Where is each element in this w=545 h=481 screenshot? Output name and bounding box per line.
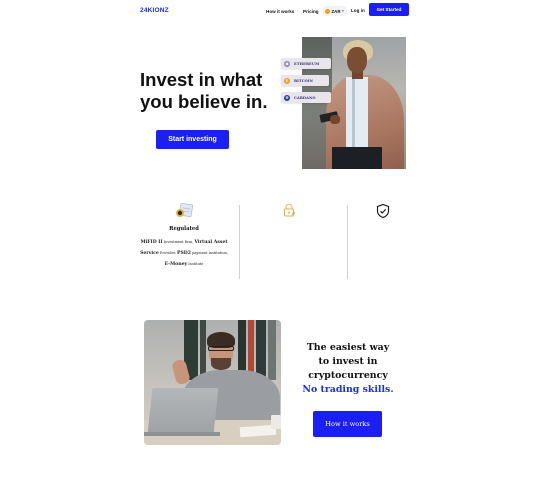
cta-line2: to invest in [318, 356, 378, 367]
nav-pricing[interactable]: Pricing [303, 9, 319, 14]
feature-divider [239, 205, 240, 279]
cardano-icon: ❋ [284, 94, 290, 101]
currency-label: ZAR [331, 8, 341, 14]
coin-label: ETHEREUM [294, 61, 320, 66]
coin-label: BITCOIN [294, 78, 314, 83]
get-started-button[interactable]: Get Started [369, 3, 409, 16]
lock-icon [284, 203, 296, 217]
hero-woman-photo [302, 37, 406, 169]
bitcoin-icon: ₿ [284, 77, 290, 84]
feature-secure [245, 203, 333, 217]
coin-label: CARDANO [294, 95, 316, 100]
currency-coin-icon [325, 8, 330, 14]
chevron-down-icon: ▾ [342, 9, 344, 13]
cta-highlight: No trading skills. [302, 384, 394, 395]
login-link[interactable]: Log in [351, 8, 365, 13]
feature-protected [348, 203, 418, 219]
how-it-works-button[interactable]: How it works [313, 411, 382, 437]
man-laptop-photo [144, 320, 281, 445]
hero-title-line2: you believe in. [140, 91, 268, 112]
feature-title: Regulated [169, 226, 199, 232]
feature-description: MiFID II Investment firm, Virtual Asset … [140, 240, 228, 267]
hero-title: Invest in what you believe in. [140, 69, 268, 113]
cta-line3: cryptocurrency [308, 370, 388, 381]
feature-regulated: Regulated MiFID II Investment firm, Virt… [140, 203, 228, 270]
cta-line1: The easiest way [306, 342, 390, 353]
coin-chip-ethereum: ◆ ETHEREUM [281, 58, 331, 69]
ethereum-icon: ◆ [284, 60, 290, 67]
coin-chip-bitcoin: ₿ BITCOIN [281, 75, 329, 86]
certificate-icon [176, 203, 193, 217]
shield-check-icon [376, 203, 390, 219]
currency-selector[interactable]: ZAR ▾ [323, 6, 347, 16]
cta-heading: The easiest way to invest in cryptocurre… [300, 341, 396, 397]
hero-title-line1: Invest in what [140, 69, 263, 90]
brand-logo[interactable]: 24KIONZ [140, 7, 169, 14]
nav-how-it-works[interactable]: How it works [266, 9, 294, 14]
coin-chip-cardano: ❋ CARDANO [281, 92, 331, 103]
start-investing-button[interactable]: Start investing [156, 130, 229, 149]
